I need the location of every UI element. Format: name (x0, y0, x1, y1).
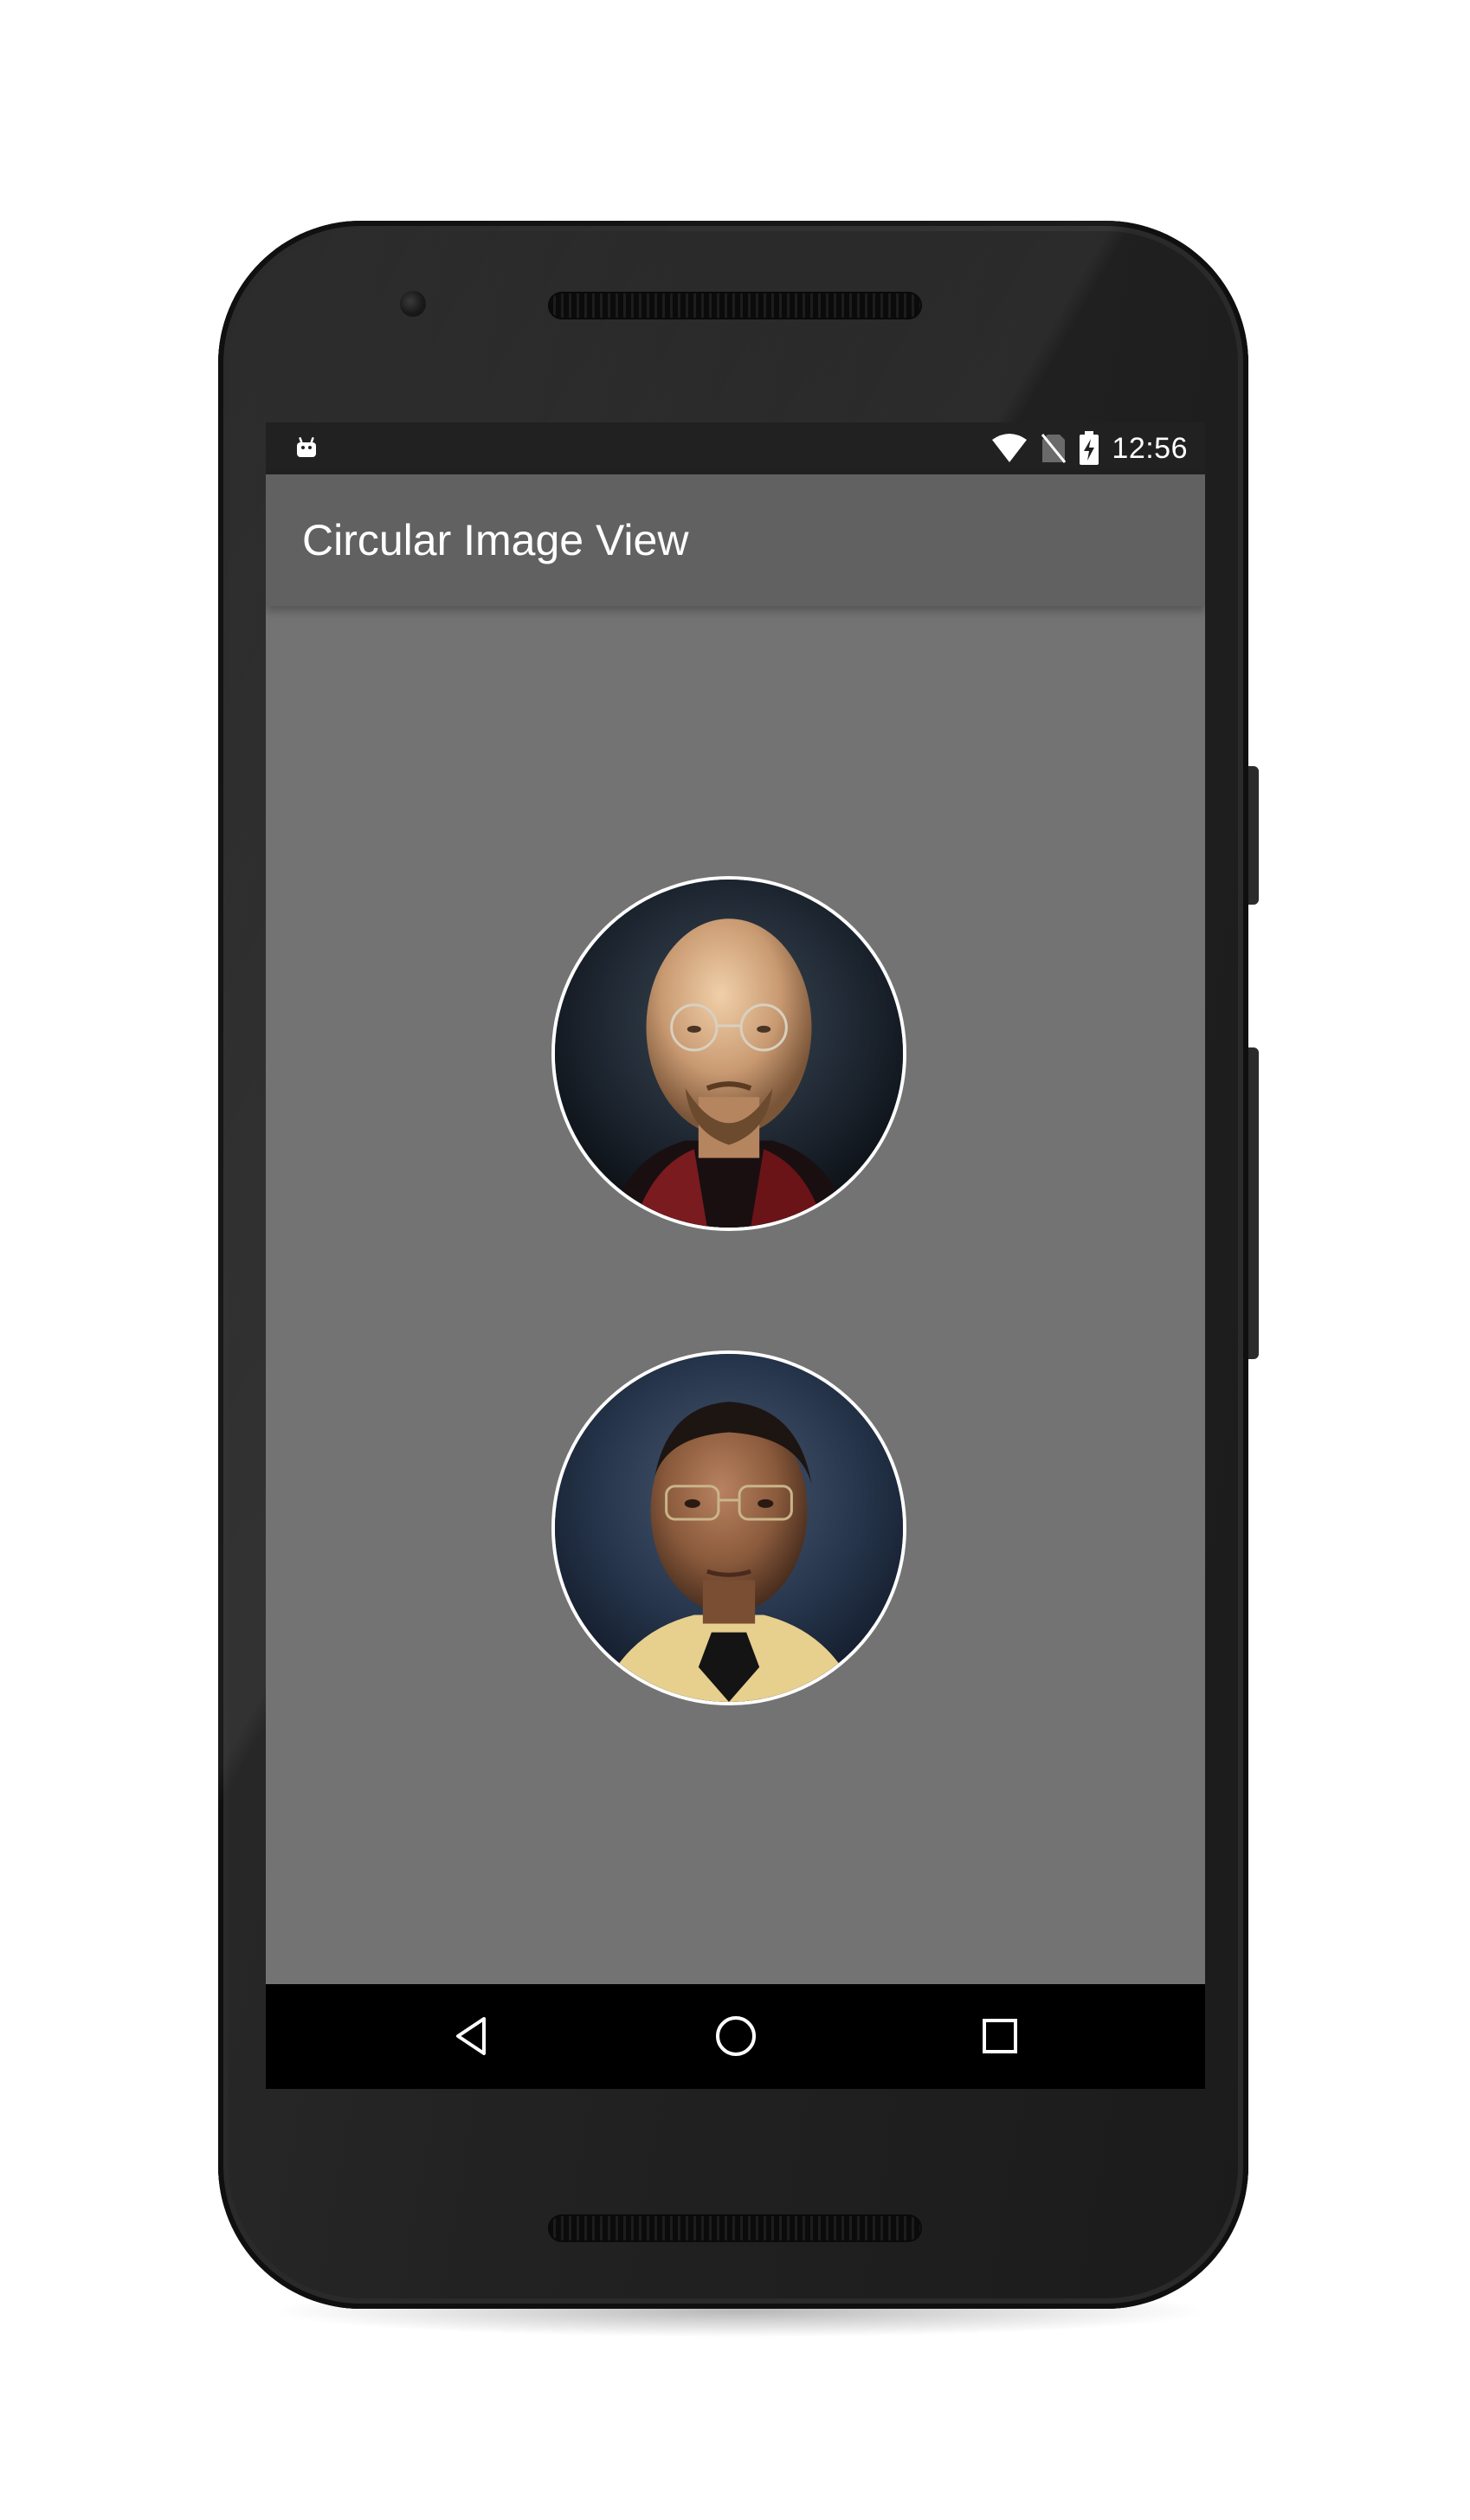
volume-key (1247, 1047, 1259, 1359)
app-title: Circular Image View (302, 516, 689, 564)
device-mockup: 12:56 Circular Image View (0, 0, 1470, 2520)
battery-charging-icon (1080, 431, 1099, 465)
bald-man-portrait-image (555, 880, 903, 1228)
power-key (1247, 766, 1259, 905)
wifi-icon (992, 434, 1028, 462)
circular-image-1[interactable] (551, 876, 906, 1231)
back-icon[interactable] (446, 2010, 498, 2062)
home-icon[interactable] (710, 2010, 762, 2062)
android-debug-icon (297, 437, 316, 457)
man-with-tie-portrait-image (555, 1354, 903, 1702)
bottom-speaker-grille (548, 2214, 922, 2242)
front-camera (400, 291, 426, 317)
app-toolbar: Circular Image View (266, 474, 1205, 606)
status-time: 12:56 (1112, 431, 1188, 465)
status-bar: 12:56 (266, 422, 1205, 474)
top-speaker-grille (548, 292, 922, 319)
navigation-bar (266, 1984, 1205, 2089)
phone-screen: 12:56 Circular Image View (266, 422, 1205, 2089)
status-icons: 12:56 (990, 422, 1188, 474)
recents-icon[interactable] (974, 2010, 1026, 2062)
circular-image-2[interactable] (551, 1350, 906, 1705)
no-sim-icon (1041, 434, 1067, 463)
content-area (266, 606, 1205, 1984)
